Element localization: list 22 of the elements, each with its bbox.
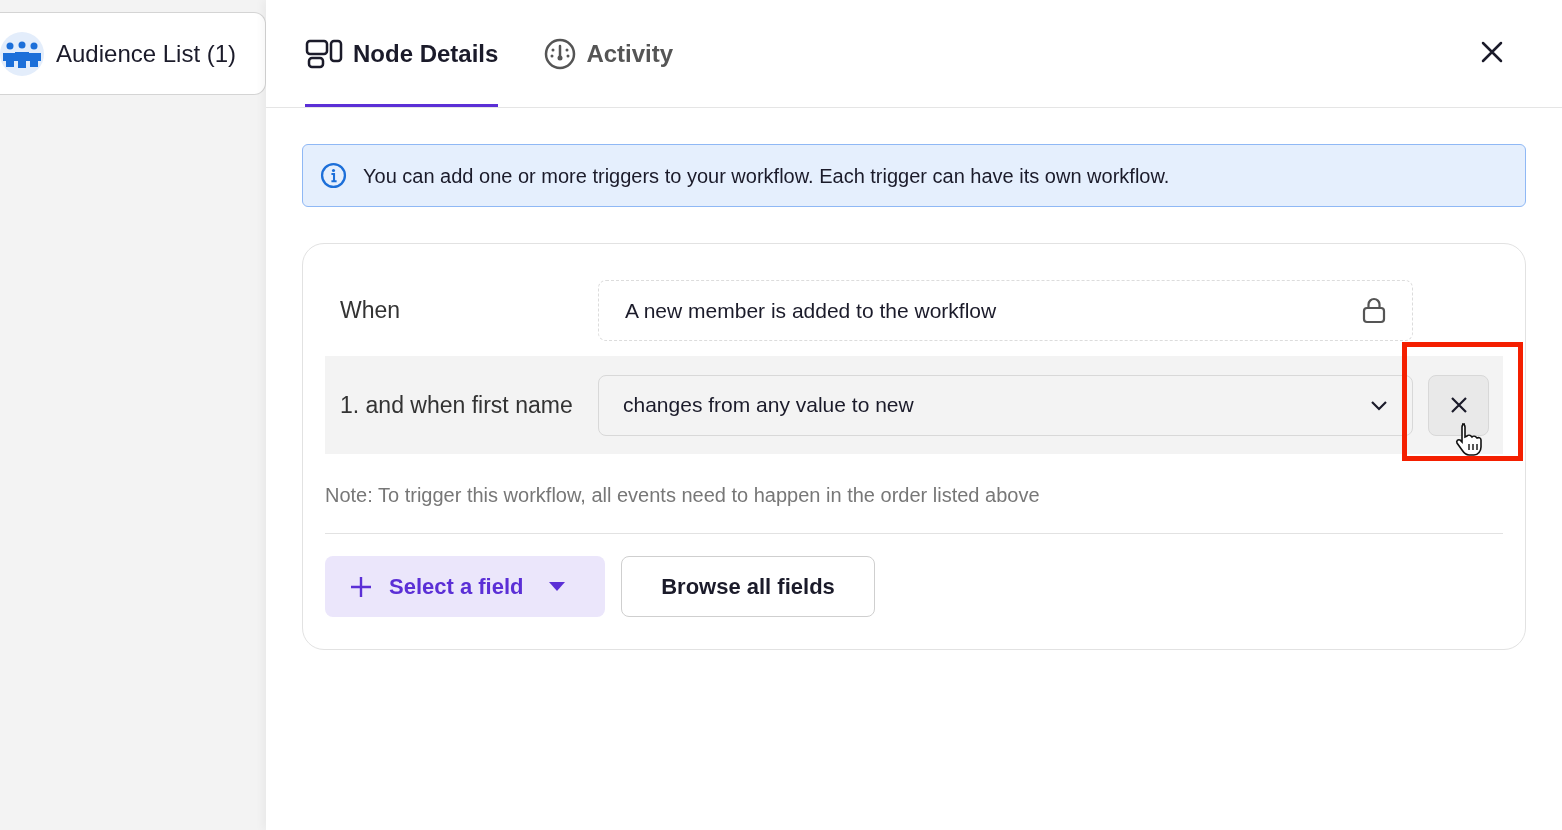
note-text: Note: To trigger this workflow, all events need to happen in the order listed above <box>325 483 1041 508</box>
tab[interactable]: Node Details <box>305 0 499 107</box>
condition-dropdown[interactable]: changes from any value to new <box>598 374 1413 436</box>
select-field-button[interactable]: Select a field <box>325 556 605 617</box>
info-icon <box>320 162 347 189</box>
chevron-down-icon <box>1370 399 1388 411</box>
gauge-icon <box>544 38 577 70</box>
close-icon <box>1481 41 1503 63</box>
trigger-event-field: A new member is added to the workflow <box>598 280 1413 341</box>
layout-icon <box>305 39 343 69</box>
audience-list-title: Audience List (1) <box>56 38 237 69</box>
caret-icon <box>547 581 566 592</box>
browse-fields-button[interactable]: Browse all fields <box>621 556 875 617</box>
tab[interactable]: Activity <box>544 0 674 107</box>
remove-condition-button[interactable] <box>1428 374 1489 436</box>
audience-list-card[interactable]: Audience List (1) <box>0 12 266 95</box>
condition-label: 1. and when first name <box>339 390 574 420</box>
close-icon <box>1449 396 1468 414</box>
when-label: When <box>339 296 402 326</box>
info-text: You can add one or more triggers to your workflow. Each trigger can have its own workflow. <box>363 163 1170 189</box>
people-group-icon <box>0 31 44 76</box>
plus-icon <box>349 574 373 599</box>
